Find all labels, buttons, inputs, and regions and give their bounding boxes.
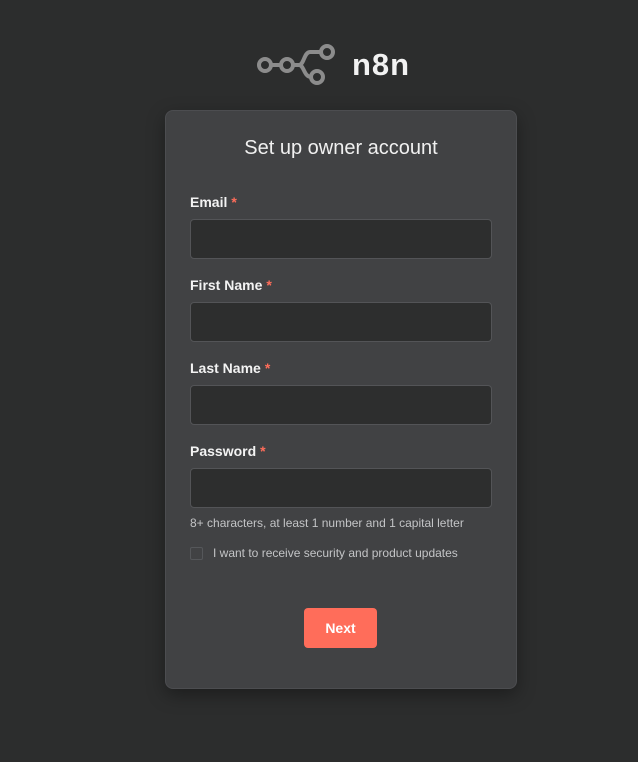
- updates-checkbox-label[interactable]: I want to receive security and product u…: [213, 545, 458, 561]
- password-hint: 8+ characters, at least 1 number and 1 c…: [190, 516, 464, 530]
- required-marker: *: [231, 194, 237, 210]
- updates-checkbox[interactable]: [190, 546, 203, 560]
- n8n-nodes-logo-icon: [256, 44, 335, 85]
- brand-logo: n8n: [0, 44, 638, 86]
- last-name-label-text: Last Name: [190, 360, 261, 376]
- updates-checkbox-row[interactable]: I want to receive security and product u…: [190, 545, 458, 561]
- email-label: Email *: [190, 193, 237, 211]
- last-name-label: Last Name *: [190, 359, 270, 377]
- last-name-field[interactable]: [190, 385, 492, 425]
- password-field[interactable]: [190, 468, 492, 508]
- first-name-label: First Name *: [190, 276, 272, 294]
- brand-name: n8n: [351, 47, 411, 82]
- password-label-text: Password: [190, 443, 257, 459]
- required-marker: *: [260, 443, 266, 459]
- email-field[interactable]: [190, 219, 492, 259]
- setup-page: n8n Set up owner account Email * First Na…: [0, 0, 638, 762]
- email-label-text: Email: [190, 194, 228, 210]
- required-marker: *: [264, 360, 271, 376]
- setup-card: Set up owner account Email * First Name * …: [165, 110, 517, 689]
- card-title: Set up owner account: [244, 137, 438, 159]
- password-label: Password *: [190, 442, 266, 460]
- next-button[interactable]: Next: [304, 608, 377, 648]
- required-marker: *: [266, 277, 272, 293]
- first-name-label-text: First Name: [190, 277, 263, 293]
- first-name-field[interactable]: [190, 302, 492, 342]
